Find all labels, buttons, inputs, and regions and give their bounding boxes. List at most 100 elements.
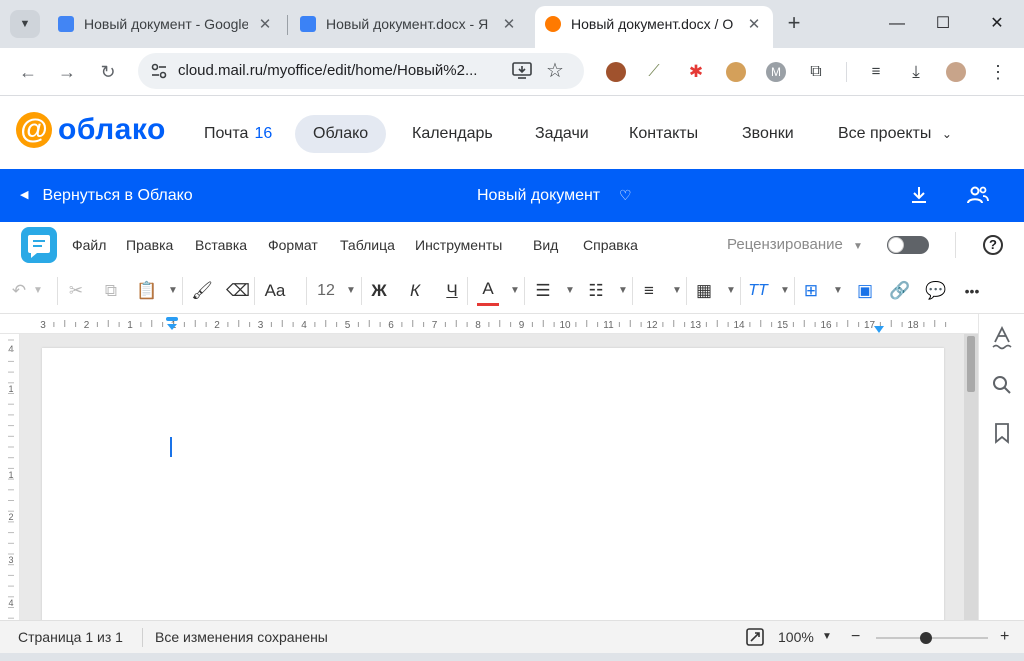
menu-table[interactable]: Таблица [340,222,395,268]
forward-arrow-icon[interactable]: → [53,58,81,86]
zoom-level[interactable]: 100% [778,621,814,653]
document-title[interactable]: Новый документ [477,169,600,222]
new-tab-button[interactable]: + [782,12,806,36]
address-bar[interactable]: cloud.mail.ru/myoffice/edit/home/Новый%2… [138,53,584,89]
extension-1-icon[interactable] [606,62,626,82]
bookmark-icon[interactable] [990,422,1014,446]
zoom-in-button[interactable]: + [1000,621,1009,653]
extension-2-icon[interactable]: ⟋ [644,62,664,82]
search-icon[interactable] [990,374,1014,398]
nav-cloud[interactable]: Облако [295,115,387,153]
menu-help[interactable]: Справка [583,222,638,268]
paste-icon[interactable]: 📋 [136,276,158,306]
nav-tasks[interactable]: Задачи [517,115,607,153]
borders-dropdown-icon[interactable]: ▼ [726,276,736,306]
zoom-out-button[interactable]: − [851,621,860,653]
nav-calendar[interactable]: Календарь [394,115,511,153]
zoom-slider-handle[interactable] [920,632,933,644]
document-page[interactable] [42,348,944,624]
left-indent-marker-icon[interactable] [165,316,179,332]
bullet-list-dropdown-icon[interactable]: ▼ [565,276,575,306]
menu-insert[interactable]: Вставка [195,222,247,268]
nav-mail[interactable]: Почта 16 [186,115,290,153]
review-toggle[interactable] [887,236,929,254]
vertical-scrollbar[interactable] [964,334,978,620]
insert-table-icon[interactable]: ⊞ [800,276,822,306]
menu-tools[interactable]: Инструменты [415,222,502,268]
browser-tab-3-active[interactable]: Новый документ.docx / О ✕ [535,6,773,48]
site-info-icon[interactable] [150,62,168,80]
close-icon[interactable]: ✕ [500,15,518,33]
insert-image-icon[interactable]: ▣ [854,276,876,306]
text-editor-app-icon[interactable] [21,227,57,263]
favorite-heart-icon[interactable]: ♡ [619,169,632,222]
avatar[interactable] [946,62,966,82]
numbered-list-dropdown-icon[interactable]: ▼ [618,276,628,306]
more-options-button[interactable]: ••• [960,276,984,306]
vertical-ruler[interactable]: 4 1 1 2 3 4 [0,334,20,620]
text-styles-dropdown-icon[interactable]: ▼ [780,276,790,306]
font-color-dropdown-icon[interactable]: ▼ [510,276,520,306]
format-painter-icon[interactable]: 🖌 [190,276,214,306]
download-icon[interactable]: ⤓ [906,62,926,82]
minimize-button[interactable]: — [874,10,920,38]
undo-icon[interactable]: ↶ [8,276,30,306]
profile-extension-icon[interactable]: M [766,62,786,82]
font-style-button[interactable]: Aa [262,276,288,306]
extension-3-icon[interactable]: ✱ [686,62,706,82]
cut-icon[interactable]: ✂ [64,276,88,306]
url-text[interactable]: cloud.mail.ru/myoffice/edit/home/Новый%2… [178,53,477,89]
fit-page-icon[interactable] [746,628,764,646]
clear-format-eraser-icon[interactable]: ⌫ [226,276,250,306]
tab-search-button[interactable]: ▼ [10,10,40,38]
align-left-icon[interactable]: ≡ [638,276,660,306]
install-app-icon[interactable] [512,62,532,80]
browser-tab-2[interactable]: Новый документ.docx - Я ✕ [290,6,528,42]
menu-format[interactable]: Формат [268,222,318,268]
help-icon[interactable]: ? [983,235,1003,255]
numbered-list-icon[interactable]: ☷ [585,276,607,306]
font-size-dropdown-icon[interactable]: ▼ [346,276,356,306]
text-styles-button[interactable]: TT [746,276,770,306]
nav-all-projects[interactable]: Все проекты ⌄ [820,115,970,153]
horizontal-ruler[interactable]: 321123456789101112131415161718 [0,314,1024,334]
menu-edit[interactable]: Правка [126,222,173,268]
window-close-button[interactable]: ✕ [974,10,1020,38]
reload-icon[interactable]: ↻ [94,58,122,86]
share-users-icon[interactable] [966,184,990,206]
bookmark-star-icon[interactable]: ☆ [546,58,564,83]
bold-button[interactable]: Ж [368,276,390,306]
insert-comment-icon[interactable]: 💬 [925,276,947,306]
paste-dropdown-icon[interactable]: ▼ [168,276,178,306]
nav-contacts[interactable]: Контакты [611,115,716,153]
borders-icon[interactable]: ▦ [693,276,715,306]
browser-tab-1[interactable]: Новый документ - Google ✕ [48,6,284,42]
scrollbar-thumb[interactable] [967,336,975,392]
insert-link-icon[interactable]: 🔗 [889,276,911,306]
font-color-button[interactable]: A [477,276,499,306]
undo-dropdown-icon[interactable]: ▼ [33,276,43,306]
text-styles-panel-icon[interactable] [990,325,1014,350]
menu-file[interactable]: Файл [72,222,106,268]
table-dropdown-icon[interactable]: ▼ [833,276,843,306]
download-icon[interactable] [908,184,930,206]
copy-icon[interactable]: ⧉ [100,276,122,306]
right-indent-marker-icon[interactable] [873,322,885,333]
italic-button[interactable]: К [404,276,426,306]
reading-list-icon[interactable]: ≡ [866,62,886,82]
extensions-puzzle-icon[interactable]: ⧉ [806,62,826,82]
maximize-button[interactable]: ☐ [920,10,966,38]
align-dropdown-icon[interactable]: ▼ [672,276,682,306]
oblako-logo[interactable]: @ облако [16,112,166,148]
back-to-cloud-button[interactable]: ◀ Вернуться в Облако [20,169,193,222]
font-size-value[interactable]: 12 [314,276,338,306]
review-mode-dropdown[interactable]: Рецензирование ▼ [727,222,863,270]
back-arrow-icon[interactable]: ← [14,58,42,86]
nav-calls[interactable]: Звонки [724,115,812,153]
bulleted-list-icon[interactable]: ☰ [532,276,554,306]
menu-view[interactable]: Вид [533,222,558,268]
browser-menu-icon[interactable]: ⋮ [988,62,1008,82]
underline-button[interactable]: Ч [441,276,463,306]
close-icon[interactable]: ✕ [745,15,763,33]
cookie-icon[interactable] [726,62,746,82]
